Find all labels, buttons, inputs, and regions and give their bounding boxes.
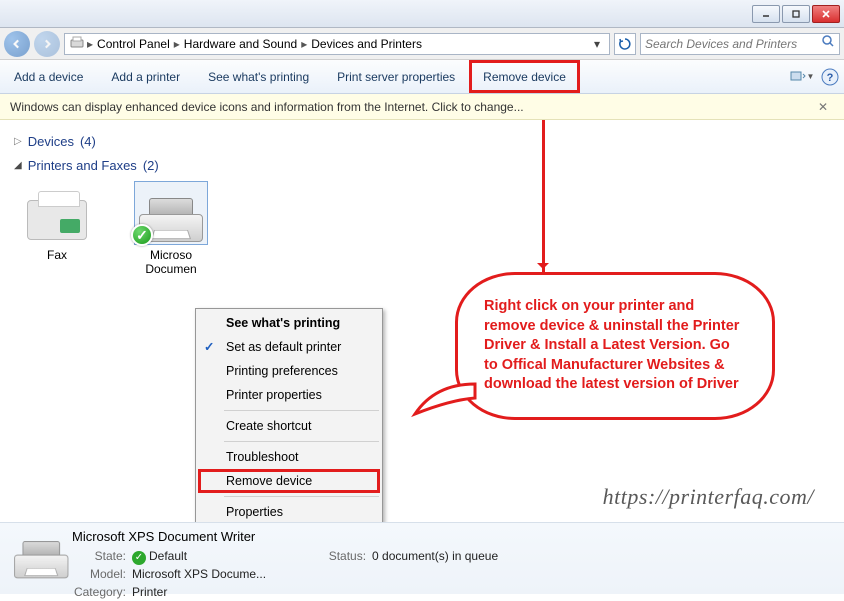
printer-icon: ✓	[135, 182, 207, 244]
model-value: Microsoft XPS Docume...	[132, 565, 266, 583]
menu-item-set-default[interactable]: ✓Set as default printer	[198, 335, 380, 359]
model-label: Model:	[72, 565, 126, 583]
group-header-devices[interactable]: ▷ Devices (4)	[14, 128, 830, 152]
callout-tail-icon	[395, 374, 485, 434]
device-label: Fax	[14, 248, 100, 262]
menu-item-create-shortcut[interactable]: Create shortcut	[198, 414, 380, 438]
minimize-button[interactable]	[752, 5, 780, 23]
group-header-printers[interactable]: ◢ Printers and Faxes (2)	[14, 152, 830, 176]
menu-item-troubleshoot[interactable]: Troubleshoot	[198, 445, 380, 469]
help-button[interactable]: ?	[816, 65, 844, 89]
chevron-right-icon: ▸	[85, 37, 95, 51]
svg-text:?: ?	[827, 72, 834, 84]
content-area: ▷ Devices (4) ◢ Printers and Faxes (2) F…	[0, 120, 844, 522]
address-bar-row: ▸ Control Panel ▸ Hardware and Sound ▸ D…	[0, 28, 844, 60]
menu-separator	[224, 441, 379, 442]
group-label: Devices	[28, 134, 74, 149]
device-item-fax[interactable]: Fax	[14, 182, 100, 277]
search-input[interactable]	[645, 37, 821, 51]
window-titlebar	[0, 0, 844, 28]
printers-item-grid: Fax ✓ MicrosoDocumen	[14, 176, 830, 283]
see-printing-button[interactable]: See what's printing	[194, 60, 323, 93]
status-value: 0 document(s) in queue	[372, 547, 498, 565]
breadcrumb-item[interactable]: Devices and Printers	[309, 37, 424, 51]
category-label: Category:	[72, 583, 126, 601]
category-value: Printer	[132, 583, 167, 601]
fax-icon	[21, 182, 93, 244]
group-count: (2)	[143, 158, 159, 173]
printer-thumbnail-icon	[10, 529, 72, 587]
annotation-arrow	[542, 120, 545, 274]
annotation-text: Right click on your printer and remove d…	[455, 272, 775, 420]
menu-item-remove-device[interactable]: Remove device	[198, 469, 380, 493]
breadcrumb[interactable]: ▸ Control Panel ▸ Hardware and Sound ▸ D…	[64, 33, 610, 55]
details-device-name: Microsoft XPS Document Writer	[72, 529, 834, 544]
group-count: (4)	[80, 134, 96, 149]
watermark-url: https://printerfaq.com/	[603, 484, 814, 510]
annotation-callout: Right click on your printer and remove d…	[455, 272, 775, 420]
menu-separator	[224, 496, 379, 497]
print-server-properties-button[interactable]: Print server properties	[323, 60, 469, 93]
notification-bar[interactable]: Windows can display enhanced device icon…	[0, 94, 844, 120]
remove-device-button[interactable]: Remove device	[469, 60, 580, 93]
device-item-msxps[interactable]: ✓ MicrosoDocumen	[128, 182, 214, 277]
group-label: Printers and Faxes	[28, 158, 137, 173]
context-menu: See what's printing ✓Set as default prin…	[195, 308, 383, 522]
search-box[interactable]	[640, 33, 840, 55]
close-notification-button[interactable]: ✕	[812, 100, 834, 114]
menu-item-properties[interactable]: Properties	[198, 500, 380, 522]
breadcrumb-item[interactable]: Hardware and Sound	[182, 37, 299, 51]
chevron-right-icon: ▸	[299, 37, 309, 51]
check-icon: ✓	[132, 551, 146, 565]
details-pane: Microsoft XPS Document Writer State: ✓Def…	[0, 522, 844, 594]
default-check-icon: ✓	[131, 224, 153, 246]
menu-item-see-printing[interactable]: See what's printing	[198, 311, 380, 335]
status-label: Status:	[326, 547, 366, 565]
view-options-button[interactable]: ▼	[788, 65, 816, 89]
add-printer-button[interactable]: Add a printer	[97, 60, 194, 93]
address-dropdown-icon[interactable]: ▾	[589, 37, 605, 51]
checkmark-icon: ✓	[204, 339, 214, 354]
collapse-icon: ▷	[14, 136, 22, 147]
refresh-button[interactable]	[614, 33, 636, 55]
search-icon	[821, 34, 835, 53]
expand-icon: ◢	[14, 160, 22, 171]
menu-separator	[224, 410, 379, 411]
nav-back-button[interactable]	[4, 31, 30, 57]
maximize-button[interactable]	[782, 5, 810, 23]
chevron-right-icon: ▸	[172, 37, 182, 51]
command-toolbar: Add a device Add a printer See what's pr…	[0, 60, 844, 94]
state-label: State:	[72, 547, 126, 565]
window-buttons	[752, 5, 840, 23]
device-label: MicrosoDocumen	[128, 248, 214, 277]
menu-item-printing-preferences[interactable]: Printing preferences	[198, 359, 380, 383]
menu-item-printer-properties[interactable]: Printer properties	[198, 383, 380, 407]
state-value: ✓Default	[132, 547, 187, 565]
nav-forward-button[interactable]	[34, 31, 60, 57]
notification-text: Windows can display enhanced device icon…	[10, 100, 524, 114]
close-button[interactable]	[812, 5, 840, 23]
breadcrumb-item[interactable]: Control Panel	[95, 37, 172, 51]
add-device-button[interactable]: Add a device	[0, 60, 97, 93]
devices-icon	[69, 34, 85, 53]
